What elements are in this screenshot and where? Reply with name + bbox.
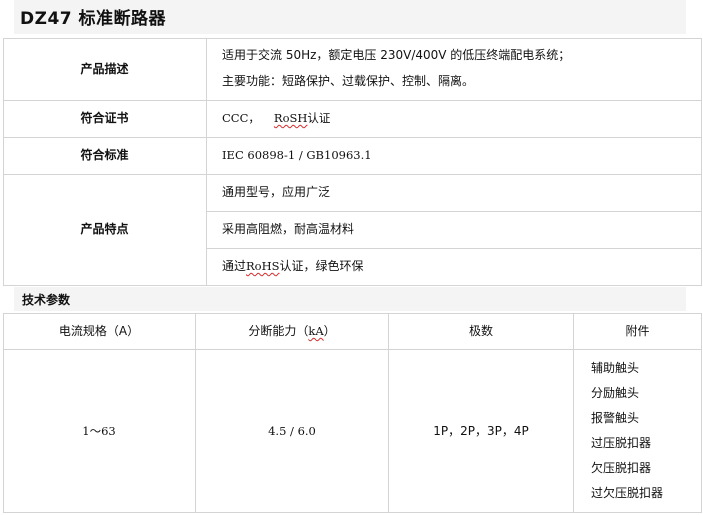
- cell-poles: 1P，2P，3P，4P: [433, 424, 529, 438]
- accessory-item: 分励触头: [591, 386, 640, 400]
- feature-item-1: 通用型号，应用广泛: [222, 185, 331, 199]
- feature-item-3-prefix: 通过: [222, 259, 247, 273]
- header-breaking-prefix: 分断能力（: [248, 324, 309, 338]
- tech-line-top: [3, 313, 702, 314]
- header-breaking-unit: kA: [308, 324, 324, 338]
- tech-line-right: [701, 313, 702, 513]
- page-title: DZ47 标准断路器: [20, 9, 167, 29]
- certification-prefix: CCC，: [222, 111, 260, 125]
- accessory-item: 辅助触头: [591, 361, 640, 375]
- tech-line-header: [3, 349, 702, 350]
- spec-line: [3, 100, 702, 101]
- header-accessories: 附件: [625, 324, 650, 338]
- header-breaking-suffix: ）: [323, 324, 336, 338]
- spec-line-inner: [207, 248, 702, 249]
- accessory-item: 过欠压脱扣器: [591, 486, 664, 500]
- tech-section-title: 技术参数: [22, 293, 71, 307]
- tech-section-header: 技术参数: [14, 287, 686, 311]
- accessory-item: 过压脱扣器: [591, 436, 652, 450]
- features-label: 产品特点: [80, 222, 129, 236]
- spec-line-divider: [206, 38, 207, 286]
- standard-value: IEC 60898-1 / GB10963.1: [222, 148, 372, 162]
- cell-current: 1～63: [82, 424, 116, 438]
- spec-line-right: [701, 38, 702, 286]
- standard-label: 符合标准: [80, 148, 129, 162]
- spec-line: [3, 174, 702, 175]
- certification-value: CCC， RoSH认证: [222, 110, 330, 126]
- spec-line-top: [3, 38, 702, 39]
- tech-line-col: [388, 313, 389, 513]
- feature-item-3-rohs: RoHS: [246, 259, 280, 273]
- spec-line: [3, 137, 702, 138]
- description-label: 产品描述: [80, 62, 129, 76]
- header-current: 电流规格（A）: [58, 324, 140, 338]
- certification-rosh: RoSH: [273, 111, 308, 125]
- spec-line-bottom: [3, 285, 702, 286]
- certification-label: 符合证书: [80, 111, 129, 125]
- description-line-2: 主要功能：短路保护、过载保护、控制、隔离。: [222, 74, 475, 88]
- description-line-1: 适用于交流 50Hz，额定电压 230V/400V 的低压终端配电系统；: [222, 48, 571, 62]
- feature-item-3-suffix: 认证，绿色环保: [279, 259, 364, 273]
- spec-line-inner: [207, 211, 702, 212]
- header-poles: 极数: [468, 324, 493, 338]
- title-bar: DZ47 标准断路器: [14, 0, 686, 34]
- feature-item-2: 采用高阻燃，耐高温材料: [222, 222, 355, 236]
- header-breaking: 分断能力（kA）: [196, 323, 388, 339]
- certification-suffix: 认证: [307, 111, 331, 125]
- accessory-item: 欠压脱扣器: [591, 461, 652, 475]
- feature-item-3: 通过RoHS认证，绿色环保: [222, 258, 364, 274]
- tech-line-col: [195, 313, 196, 513]
- tech-line-left: [3, 313, 4, 513]
- accessory-item: 报警触头: [591, 411, 640, 425]
- cell-breaking: 4.5 / 6.0: [268, 424, 316, 438]
- tech-line-bottom: [3, 512, 702, 513]
- tech-line-col: [573, 313, 574, 513]
